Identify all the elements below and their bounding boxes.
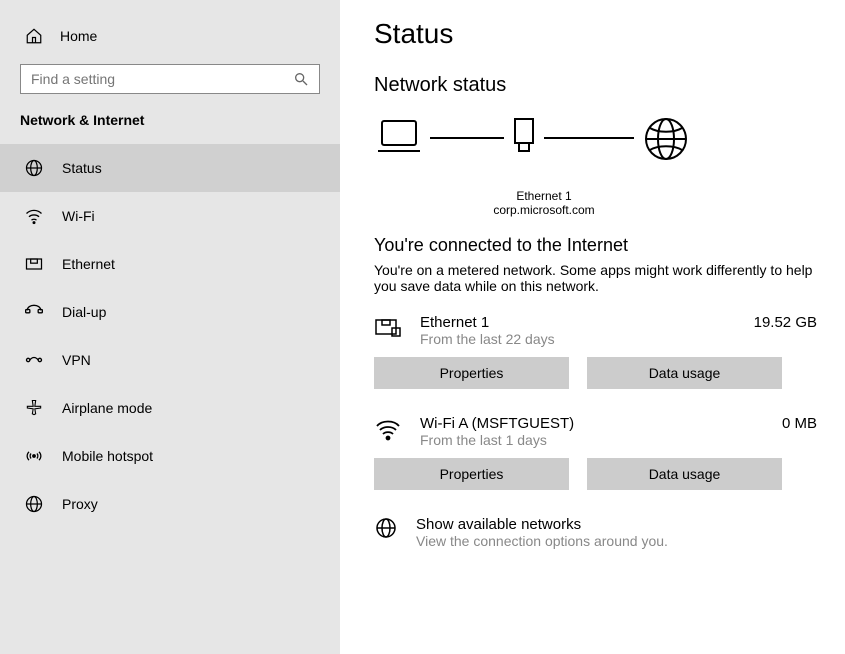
ethernet-adapter-icon <box>374 314 402 342</box>
sidebar-item-label: Ethernet <box>62 256 115 272</box>
network-usage: 19.52 GB <box>744 314 817 331</box>
sidebar-item-hotspot[interactable]: Mobile hotspot <box>0 432 340 480</box>
sidebar-item-vpn[interactable]: VPN <box>0 336 340 384</box>
sidebar-item-airplane[interactable]: Airplane mode <box>0 384 340 432</box>
network-entry-wifi: Wi-Fi A (MSFTGUEST) From the last 1 days… <box>374 415 817 490</box>
globe-icon <box>642 115 690 163</box>
ethernet-icon <box>24 254 44 274</box>
vpn-icon <box>24 350 44 370</box>
search-input[interactable] <box>31 71 293 87</box>
sidebar-item-label: VPN <box>62 352 91 368</box>
connection-desc: You're on a metered network. Some apps m… <box>374 262 814 294</box>
data-usage-button[interactable]: Data usage <box>587 458 782 490</box>
sidebar-item-label: Mobile hotspot <box>62 448 153 464</box>
wifi-adapter-icon <box>374 415 402 443</box>
airplane-icon <box>24 398 44 418</box>
laptop-icon <box>374 115 424 159</box>
diagram-domain: corp.microsoft.com <box>384 203 704 217</box>
available-networks-sub: View the connection options around you. <box>416 533 668 549</box>
sidebar-item-status[interactable]: Status <box>0 144 340 192</box>
network-sub: From the last 22 days <box>420 331 744 347</box>
network-name: Ethernet 1 <box>420 314 744 331</box>
home-icon <box>24 26 44 46</box>
available-networks-icon <box>374 516 398 540</box>
connection-title: You're connected to the Internet <box>374 235 817 256</box>
available-networks-title: Show available networks <box>416 516 668 533</box>
section-title: Network status <box>374 74 817 97</box>
search-icon <box>293 71 309 87</box>
sidebar-item-dialup[interactable]: Dial-up <box>0 288 340 336</box>
page-title: Status <box>374 18 817 50</box>
sidebar-item-wifi[interactable]: Wi-Fi <box>0 192 340 240</box>
network-entry-ethernet: Ethernet 1 From the last 22 days 19.52 G… <box>374 314 817 389</box>
diagram-line <box>430 137 504 139</box>
sidebar-item-label: Airplane mode <box>62 400 152 416</box>
network-sub: From the last 1 days <box>420 432 772 448</box>
properties-button[interactable]: Properties <box>374 357 569 389</box>
diagram-line <box>544 137 634 139</box>
network-diagram <box>374 115 704 195</box>
sidebar-item-label: Status <box>62 160 102 176</box>
sidebar-item-label: Proxy <box>62 496 98 512</box>
sidebar-home-label: Home <box>60 28 97 44</box>
sidebar-item-ethernet[interactable]: Ethernet <box>0 240 340 288</box>
show-available-networks[interactable]: Show available networks View the connect… <box>374 516 817 549</box>
sidebar-nav: Status Wi-Fi Ethernet D <box>0 144 340 528</box>
sidebar-item-proxy[interactable]: Proxy <box>0 480 340 528</box>
network-usage: 0 MB <box>772 415 817 432</box>
status-icon <box>24 158 44 178</box>
data-usage-button[interactable]: Data usage <box>587 357 782 389</box>
sidebar-item-label: Wi-Fi <box>62 208 95 224</box>
sidebar-category-label: Network & Internet <box>0 112 340 144</box>
network-name: Wi-Fi A (MSFTGUEST) <box>420 415 772 432</box>
search-box[interactable] <box>20 64 320 94</box>
properties-button[interactable]: Properties <box>374 458 569 490</box>
wifi-icon <box>24 206 44 226</box>
dialup-icon <box>24 302 44 322</box>
sidebar-home[interactable]: Home <box>0 16 340 64</box>
sidebar-item-label: Dial-up <box>62 304 106 320</box>
hotspot-icon <box>24 446 44 466</box>
router-icon <box>509 115 539 159</box>
proxy-icon <box>24 494 44 514</box>
sidebar: Home Network & Internet Status <box>0 0 340 654</box>
main-content: Status Network status Ethernet 1 corp.mi… <box>340 0 845 654</box>
